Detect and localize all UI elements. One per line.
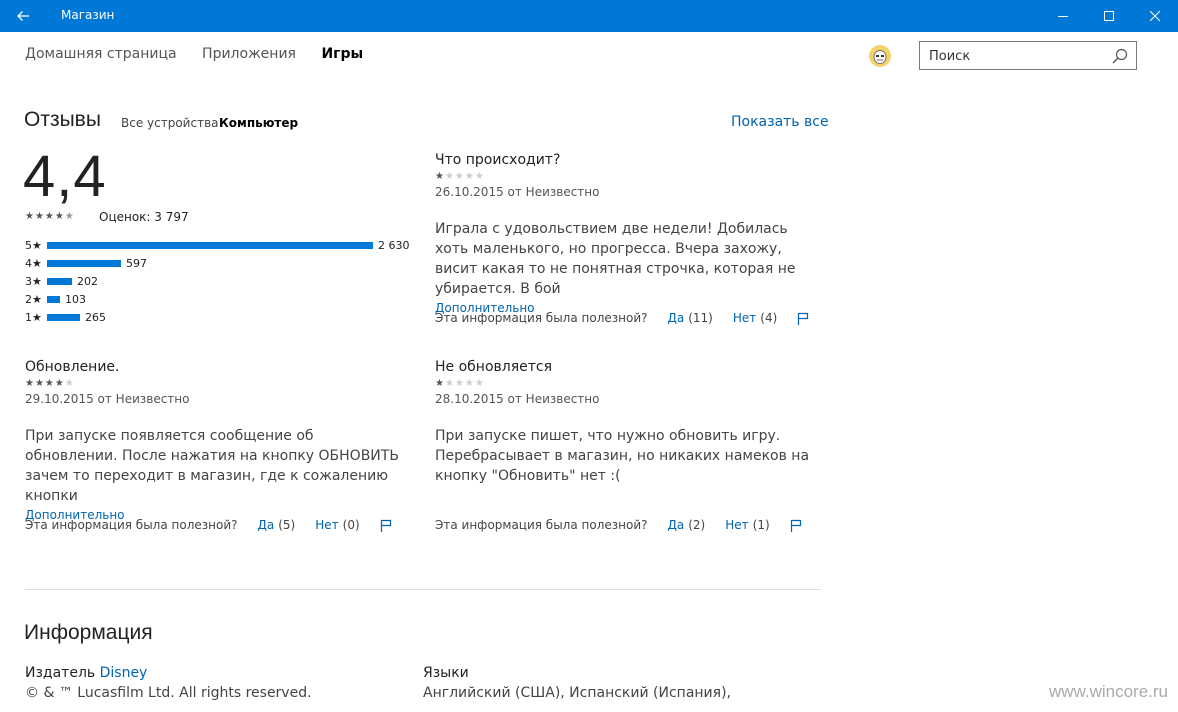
helpful-no-button[interactable]: Нет (4): [733, 311, 777, 325]
publisher-label: Издатель: [25, 665, 96, 681]
maximize-icon: [1104, 11, 1114, 21]
publisher-link[interactable]: Disney: [100, 665, 148, 681]
review-meta: 28.10.2015 от Неизвестно: [435, 392, 600, 406]
avatar[interactable]: [869, 45, 891, 67]
search-input[interactable]: Поиск: [929, 49, 970, 64]
rating-bar: [47, 241, 373, 249]
window-title: Магазин: [61, 8, 115, 22]
rating-row-2: 2★ 103: [25, 292, 86, 306]
rating-bar: [47, 277, 72, 285]
info-title: Информация: [24, 621, 153, 644]
tab-all-devices[interactable]: Все устройства: [121, 116, 219, 130]
flag-icon: [380, 519, 391, 532]
review-stars: ★★★★★: [435, 171, 485, 182]
helpful-label: Эта информация была полезной?: [435, 311, 648, 325]
copyright-text: © & ™ Lucasfilm Ltd. All rights reserved…: [25, 685, 312, 701]
languages-label: Языки: [423, 665, 469, 681]
helpful-row: Эта информация была полезной? Да (2) Нет(…: [435, 518, 802, 532]
close-button[interactable]: [1132, 0, 1178, 32]
review-card: Что происходит? ★★★★★ 26.10.2015 от Неиз…: [435, 152, 820, 315]
nav-games[interactable]: Игры: [321, 46, 363, 62]
back-button[interactable]: [0, 0, 46, 32]
review-meta: 26.10.2015 от Неизвестно: [435, 185, 600, 199]
rating-bar: [47, 259, 121, 267]
rating-count: Оценок: 3 797: [99, 210, 189, 224]
languages-text: Английский (США), Испанский (Испания),: [423, 685, 731, 701]
rating-row-1: 1★ 265: [25, 310, 106, 324]
review-stars: ★★★★★: [25, 378, 75, 389]
helpful-row: Эта информация была полезной? Да (11) Нет…: [435, 311, 809, 325]
report-flag-button[interactable]: [797, 312, 809, 325]
flag-icon: [790, 519, 801, 532]
helpful-label: Эта информация была полезной?: [435, 518, 648, 532]
rating-row-5: 5★ 2 630: [25, 238, 410, 252]
review-body: При запуске пишет, что нужно обновить иг…: [435, 428, 810, 484]
helpful-no-button[interactable]: Нет (0): [315, 518, 359, 532]
rating-row-4: 4★ 597: [25, 256, 147, 270]
review-stars: ★★★★★: [435, 378, 485, 389]
show-all-link[interactable]: Показать все: [731, 114, 829, 130]
rating-bar: [47, 295, 60, 303]
flag-icon: [798, 312, 809, 325]
reviews-title: Отзывы: [24, 108, 101, 131]
rating-row-label: 3★: [25, 274, 42, 288]
review-title: Не обновляется: [435, 359, 553, 375]
search-box[interactable]: Поиск: [919, 41, 1137, 70]
rating-row-value: 597: [126, 256, 147, 270]
top-nav: Домашняя страница Приложения Игры: [25, 46, 384, 62]
tab-pc[interactable]: Компьютер: [219, 116, 298, 130]
rating-row-3: 3★ 202: [25, 274, 98, 288]
rating-row-value: 202: [77, 274, 98, 288]
rating-row-value: 103: [65, 292, 86, 306]
nav-apps[interactable]: Приложения: [202, 46, 296, 62]
review-body: При запуске появляется сообщение об обно…: [25, 428, 399, 504]
close-icon: [1150, 11, 1160, 21]
helpful-yes-button[interactable]: Да (5): [258, 518, 296, 532]
review-meta: 29.10.2015 от Неизвестно: [25, 392, 190, 406]
watermark: www.wincore.ru: [1048, 682, 1168, 701]
review-title: Обновление.: [25, 359, 120, 375]
maximize-button[interactable]: [1086, 0, 1132, 32]
rating-row-label: 4★: [25, 256, 42, 270]
minimize-icon: [1058, 16, 1068, 17]
average-stars: ★★★★★: [25, 211, 75, 222]
rating-row-label: 1★: [25, 310, 42, 324]
search-icon[interactable]: [1112, 48, 1128, 64]
review-card: Обновление. ★★★★★ 29.10.2015 от Неизвест…: [25, 359, 405, 522]
publisher-row: Издатель Disney: [25, 665, 147, 681]
helpful-yes-button[interactable]: Да (11): [668, 311, 713, 325]
review-body: Играла с удовольствием две недели! Добил…: [435, 221, 796, 297]
helpful-yes-button[interactable]: Да (2): [668, 518, 706, 532]
rating-row-value: 265: [85, 310, 106, 324]
report-flag-button[interactable]: [790, 519, 802, 532]
review-title: Что происходит?: [435, 152, 561, 168]
nav-home[interactable]: Домашняя страница: [25, 46, 177, 62]
helpful-row: Эта информация была полезной? Да (5) Нет(…: [25, 518, 392, 532]
avatar-icon: [869, 45, 891, 67]
review-card: Не обновляется ★★★★★ 28.10.2015 от Неизв…: [435, 359, 815, 486]
title-bar: Магазин: [0, 0, 1178, 32]
back-arrow-icon: [17, 11, 29, 21]
helpful-no-button[interactable]: Нет (1): [725, 518, 769, 532]
minimize-button[interactable]: [1040, 0, 1086, 32]
section-divider: [25, 589, 821, 590]
rating-bar: [47, 313, 80, 321]
rating-row-label: 2★: [25, 292, 42, 306]
rating-row-label: 5★: [25, 238, 42, 252]
rating-row-value: 2 630: [378, 238, 410, 252]
average-rating: 4,4: [23, 144, 107, 209]
helpful-label: Эта информация была полезной?: [25, 518, 238, 532]
report-flag-button[interactable]: [380, 519, 392, 532]
